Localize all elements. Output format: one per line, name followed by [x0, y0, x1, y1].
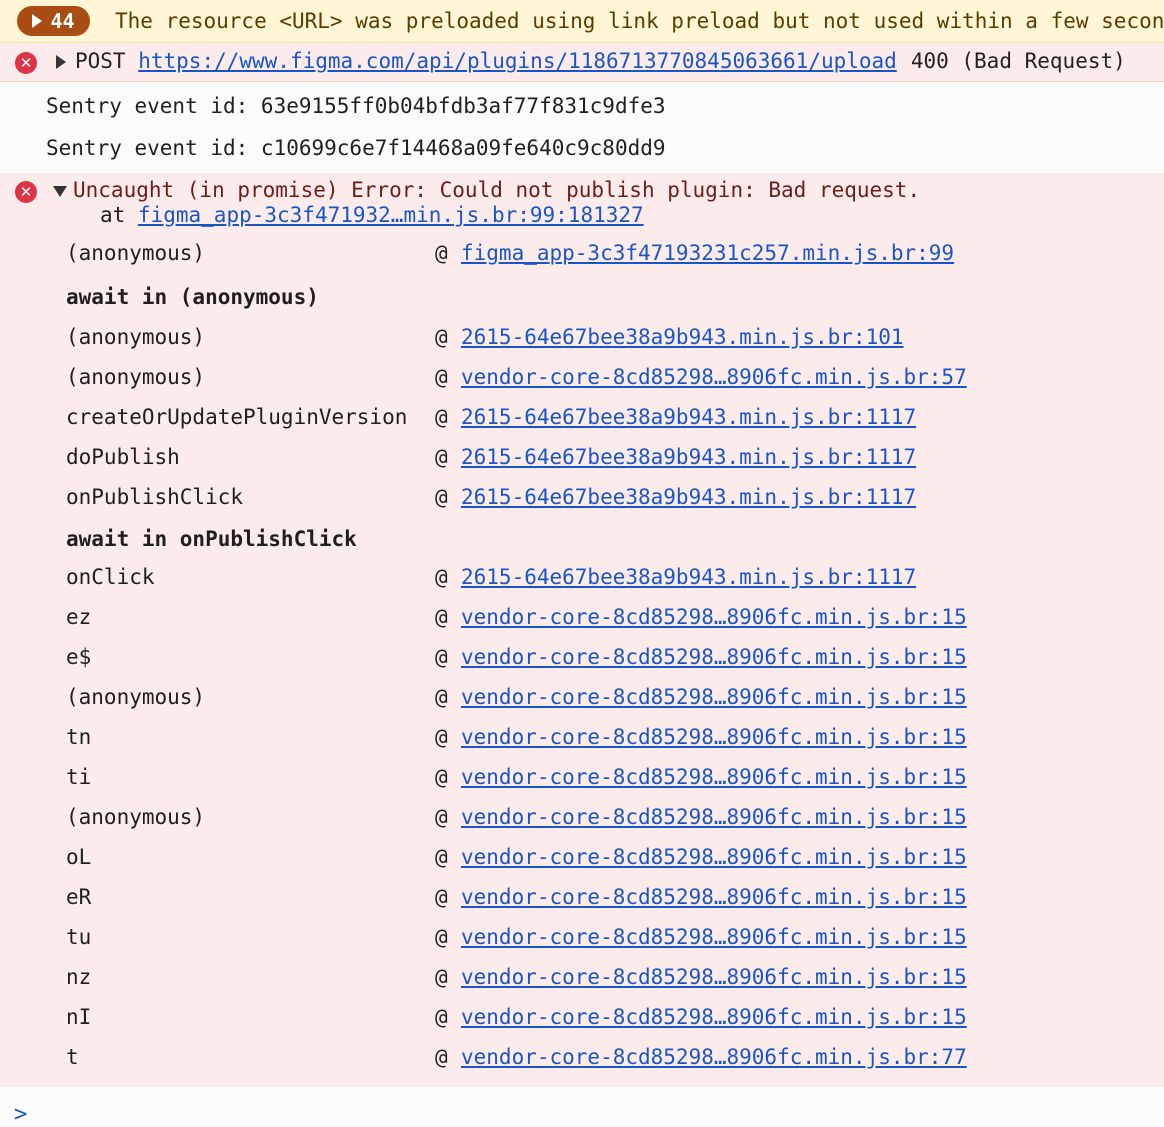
- source-location-link[interactable]: vendor-core-8cd85298…8906fc.min.js.br:77: [461, 1045, 967, 1069]
- function-name: (anonymous): [66, 685, 206, 709]
- at-symbol: @: [435, 805, 448, 829]
- error-icon: ✕: [15, 52, 37, 74]
- log-row: Sentry event id: c10699c6e7f14468a09fe64…: [0, 128, 1164, 172]
- at-symbol: @: [435, 765, 448, 789]
- error-message: Uncaught (in promise) Error: Could not p…: [73, 178, 921, 202]
- at-symbol: @: [435, 925, 448, 949]
- status-code: 400 (Bad Request): [910, 49, 1126, 73]
- error-icon: ✕: [15, 181, 37, 203]
- source-location-link[interactable]: 2615-64e67bee38a9b943.min.js.br:1117: [461, 565, 916, 589]
- sentry-event-text: Sentry event id: 63e9155ff0b04bfdb3af77f…: [46, 94, 666, 118]
- function-name: t: [66, 1045, 79, 1069]
- source-location-link[interactable]: vendor-core-8cd85298…8906fc.min.js.br:15: [461, 965, 967, 989]
- function-name: onClick: [66, 565, 155, 589]
- function-name: ez: [66, 605, 92, 629]
- at-symbol: @: [435, 725, 448, 749]
- console-prompt-icon[interactable]: >: [14, 1102, 27, 1127]
- await-separator: await in onPublishClick: [66, 527, 357, 551]
- function-name: (anonymous): [66, 365, 206, 389]
- function-name: ti: [66, 765, 92, 789]
- sentry-event-text: Sentry event id: c10699c6e7f14468a09fe64…: [46, 136, 666, 160]
- request-url-link[interactable]: https://www.figma.com/api/plugins/118671…: [138, 49, 897, 73]
- function-name: (anonymous): [66, 325, 206, 349]
- source-location-link[interactable]: 2615-64e67bee38a9b943.min.js.br:1117: [461, 445, 916, 469]
- error-location-link[interactable]: figma_app-3c3f471932…min.js.br:99:181327: [138, 203, 644, 227]
- error-location: at figma_app-3c3f471932…min.js.br:99:181…: [100, 203, 644, 227]
- at-symbol: @: [435, 885, 448, 909]
- function-name: nz: [66, 965, 92, 989]
- function-name: (anonymous): [66, 805, 206, 829]
- warning-text: The resource <URL> was preloaded using l…: [115, 9, 1164, 33]
- source-location-link[interactable]: 2615-64e67bee38a9b943.min.js.br:101: [461, 325, 904, 349]
- at-symbol: @: [435, 965, 448, 989]
- function-name: (anonymous): [66, 241, 206, 265]
- at-symbol: @: [435, 405, 448, 429]
- source-location-link[interactable]: vendor-core-8cd85298…8906fc.min.js.br:57: [461, 365, 967, 389]
- collapse-triangle-icon[interactable]: [53, 186, 67, 197]
- at-symbol: @: [435, 1005, 448, 1029]
- uncaught-error-block[interactable]: ✕ Uncaught (in promise) Error: Could not…: [0, 173, 1164, 1087]
- network-error-row[interactable]: ✕ POST https://www.figma.com/api/plugins…: [0, 43, 1164, 82]
- function-name: createOrUpdatePluginVersion: [66, 405, 408, 429]
- function-name: nI: [66, 1005, 92, 1029]
- function-name: eR: [66, 885, 92, 909]
- function-name: tu: [66, 925, 92, 949]
- warning-count-badge[interactable]: 44: [17, 6, 90, 36]
- at-symbol: @: [435, 325, 448, 349]
- at-symbol: @: [435, 565, 448, 589]
- log-row: Sentry event id: 63e9155ff0b04bfdb3af77f…: [0, 86, 1164, 129]
- function-name: e$: [66, 645, 92, 669]
- expand-triangle-icon[interactable]: [56, 55, 66, 69]
- source-location-link[interactable]: vendor-core-8cd85298…8906fc.min.js.br:15: [461, 685, 967, 709]
- at-symbol: @: [435, 605, 448, 629]
- at-symbol: @: [435, 645, 448, 669]
- source-location-link[interactable]: vendor-core-8cd85298…8906fc.min.js.br:15: [461, 765, 967, 789]
- source-location-link[interactable]: vendor-core-8cd85298…8906fc.min.js.br:15: [461, 885, 967, 909]
- source-location-link[interactable]: vendor-core-8cd85298…8906fc.min.js.br:15: [461, 645, 967, 669]
- at-symbol: @: [435, 1045, 448, 1069]
- source-location-link[interactable]: vendor-core-8cd85298…8906fc.min.js.br:15: [461, 845, 967, 869]
- http-method: POST: [75, 49, 126, 73]
- source-location-link[interactable]: 2615-64e67bee38a9b943.min.js.br:1117: [461, 405, 916, 429]
- at-symbol: @: [435, 485, 448, 509]
- source-location-link[interactable]: vendor-core-8cd85298…8906fc.min.js.br:15: [461, 605, 967, 629]
- source-location-link[interactable]: vendor-core-8cd85298…8906fc.min.js.br:15: [461, 1005, 967, 1029]
- at-symbol: @: [435, 685, 448, 709]
- source-location-link[interactable]: vendor-core-8cd85298…8906fc.min.js.br:15: [461, 925, 967, 949]
- source-location-link[interactable]: vendor-core-8cd85298…8906fc.min.js.br:15: [461, 805, 967, 829]
- source-location-link[interactable]: figma_app-3c3f47193231c257.min.js.br:99: [461, 241, 954, 265]
- source-location-link[interactable]: 2615-64e67bee38a9b943.min.js.br:1117: [461, 485, 916, 509]
- at-symbol: @: [435, 365, 448, 389]
- function-name: oL: [66, 845, 92, 869]
- source-location-link[interactable]: vendor-core-8cd85298…8906fc.min.js.br:15: [461, 725, 967, 749]
- at-symbol: @: [435, 241, 448, 265]
- warning-message-row[interactable]: 44 The resource <URL> was preloaded usin…: [0, 0, 1164, 43]
- function-name: onPublishClick: [66, 485, 244, 509]
- function-name: doPublish: [66, 445, 180, 469]
- at-symbol: @: [435, 845, 448, 869]
- function-name: tn: [66, 725, 92, 749]
- await-separator: await in (anonymous): [66, 285, 319, 309]
- expand-triangle-icon: [32, 14, 43, 28]
- warning-count: 44: [50, 9, 75, 33]
- at-symbol: @: [435, 445, 448, 469]
